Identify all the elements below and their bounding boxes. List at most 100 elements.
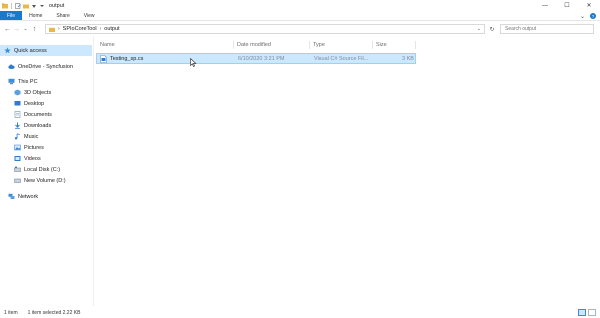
expand-ribbon-icon[interactable]: ⌄	[580, 13, 585, 20]
nav-item-label: Quick access	[14, 47, 47, 54]
minimize-button[interactable]: —	[534, 0, 556, 11]
csharp-file-icon	[100, 55, 107, 65]
address-bar[interactable]: › SPIoCoreTool › output ⌄	[45, 24, 485, 34]
tab-share[interactable]: Share	[49, 11, 76, 20]
window-title: output	[49, 2, 65, 9]
navigation-pane: Quick access OneDrive - Syncfusion This …	[0, 40, 92, 306]
status-bar: 1 item 1 item selected 2.22 KB	[0, 308, 600, 318]
breadcrumb-item[interactable]: output	[104, 26, 119, 32]
nav-item-label: This PC	[18, 78, 38, 85]
nav-item-local-disk-c[interactable]: Local Disk (C:)	[0, 164, 92, 175]
picture-icon	[14, 144, 21, 151]
desktop-icon	[14, 100, 21, 107]
tab-file[interactable]: File	[0, 11, 23, 20]
nav-item-label: New Volume (D:)	[24, 177, 66, 184]
folder-icon	[2, 3, 8, 9]
nav-item-desktop[interactable]: Desktop	[0, 98, 92, 109]
column-header-type[interactable]: Type	[313, 40, 325, 50]
nav-item-label: Network	[18, 193, 39, 200]
nav-item-quick-access[interactable]: Quick access	[0, 45, 92, 56]
ribbon-tabs: File Home Share View ⌄ ?	[0, 11, 600, 21]
view-toggle	[578, 309, 596, 316]
tab-home[interactable]: Home	[22, 11, 49, 20]
nav-item-label: Desktop	[24, 100, 45, 107]
up-button[interactable]: ↑	[30, 26, 39, 33]
large-icons-view-button[interactable]	[588, 309, 596, 316]
recent-locations-button[interactable]: ⌄	[21, 26, 30, 32]
file-size: 3 KB	[402, 55, 414, 62]
nav-item-pictures[interactable]: Pictures	[0, 142, 92, 153]
window-controls: — ☐ ✕	[534, 0, 600, 11]
column-separator[interactable]	[309, 41, 310, 49]
details-view-button[interactable]	[578, 309, 586, 316]
computer-icon	[8, 78, 15, 85]
cube-icon	[14, 89, 21, 96]
music-icon	[14, 133, 21, 140]
pin-icon[interactable]	[31, 3, 37, 9]
nav-item-label: Videos	[24, 155, 41, 162]
back-button[interactable]: ←	[3, 26, 12, 33]
help-icon[interactable]: ?	[590, 13, 596, 19]
drive-icon	[14, 166, 21, 173]
ribbon-right: ⌄ ?	[580, 11, 596, 21]
status-item-count: 1 item	[4, 310, 18, 316]
column-separator[interactable]	[233, 41, 234, 49]
column-header-size[interactable]: Size	[376, 40, 387, 50]
file-row[interactable]: Testing_sp.cs 6/10/2020 3:21 PM Visual C…	[96, 53, 416, 64]
file-type: Visual C# Source Fil...	[314, 55, 369, 62]
document-icon	[14, 111, 21, 118]
column-header-date[interactable]: Date modified	[237, 40, 271, 50]
nav-item-network[interactable]: Network	[0, 191, 92, 202]
refresh-button[interactable]: ↻	[488, 24, 496, 34]
close-button[interactable]: ✕	[578, 0, 600, 11]
chevron-right-icon: ›	[99, 26, 102, 32]
quick-access-toolbar	[0, 2, 45, 9]
nav-item-label: Local Disk (C:)	[24, 166, 61, 173]
nav-item-3d-objects[interactable]: 3D Objects	[0, 87, 92, 98]
download-icon	[14, 122, 21, 129]
pane-divider[interactable]	[93, 36, 94, 306]
nav-item-label: OneDrive - Syncfusion	[18, 63, 74, 70]
video-icon	[14, 155, 21, 162]
nav-item-videos[interactable]: Videos	[0, 153, 92, 164]
file-date-modified: 6/10/2020 3:21 PM	[238, 55, 285, 62]
title-bar: output — ☐ ✕	[0, 0, 600, 11]
folder-icon	[49, 27, 55, 32]
drive-icon	[14, 177, 21, 184]
nav-item-downloads[interactable]: Downloads	[0, 120, 92, 131]
nav-item-label: Music	[24, 133, 39, 140]
nav-item-label: Documents	[24, 111, 52, 118]
cloud-icon	[8, 63, 15, 70]
forward-button[interactable]: →	[12, 26, 21, 33]
network-icon	[8, 193, 15, 200]
nav-item-documents[interactable]: Documents	[0, 109, 92, 120]
nav-item-music[interactable]: Music	[0, 131, 92, 142]
nav-item-label: 3D Objects	[24, 89, 52, 96]
new-folder-icon[interactable]	[23, 3, 29, 9]
breadcrumb-item[interactable]: SPIoCoreTool	[63, 26, 97, 32]
column-headers: Name Date modified Type Size	[94, 40, 600, 50]
qat-separator	[11, 2, 12, 9]
nav-item-label: Pictures	[24, 144, 44, 151]
nav-item-label: Downloads	[24, 122, 52, 129]
nav-item-this-pc[interactable]: This PC	[0, 76, 92, 87]
mouse-cursor-icon	[190, 57, 197, 67]
nav-item-new-volume-d[interactable]: New Volume (D:)	[0, 175, 92, 186]
address-dropdown[interactable]: ⌄	[477, 25, 481, 33]
column-separator[interactable]	[415, 41, 416, 49]
status-selection: 1 item selected 2.22 KB	[27, 310, 81, 316]
star-icon	[4, 47, 11, 54]
tab-view[interactable]: View	[77, 11, 102, 20]
search-input[interactable]: Search output	[500, 24, 594, 34]
nav-item-onedrive[interactable]: OneDrive - Syncfusion	[0, 61, 92, 72]
address-row: ← → ⌄ ↑ › SPIoCoreTool › output ⌄ ↻ Sear…	[0, 22, 600, 36]
maximize-button[interactable]: ☐	[556, 0, 578, 11]
file-name[interactable]: Testing_sp.cs	[110, 54, 143, 63]
properties-icon[interactable]	[15, 2, 21, 9]
chevron-down-icon: ⌄	[476, 26, 481, 32]
customize-qat-icon[interactable]	[39, 3, 45, 9]
column-header-name[interactable]: Name	[100, 40, 115, 50]
chevron-right-icon: ›	[58, 26, 60, 32]
search-placeholder: Search output	[505, 26, 537, 32]
column-separator[interactable]	[372, 41, 373, 49]
